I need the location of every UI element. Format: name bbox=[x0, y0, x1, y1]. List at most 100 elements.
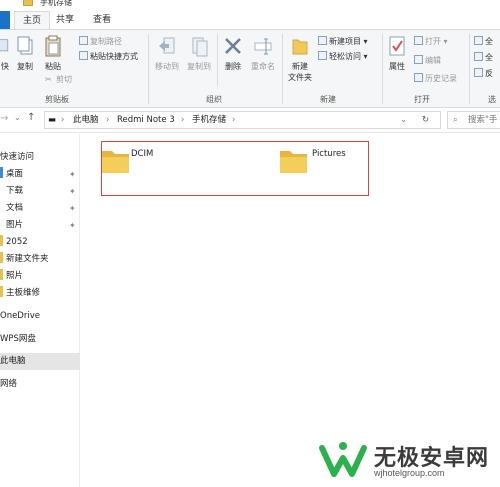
copy-to-icon bbox=[192, 37, 208, 57]
edit-button[interactable]: 编辑 bbox=[414, 54, 441, 67]
delete-button[interactable]: 删除 bbox=[222, 34, 244, 72]
address-dropdown-icon[interactable]: ⌄ bbox=[400, 112, 407, 128]
folder-icon bbox=[0, 269, 3, 280]
copy-path-button[interactable]: 复制路径 bbox=[79, 35, 122, 48]
copy-to-button[interactable]: 复制到 bbox=[186, 34, 212, 72]
nav-item-wps-drive[interactable]: WPS网盘 bbox=[0, 331, 80, 348]
this-pc-small-icon: ▬ bbox=[48, 115, 57, 125]
pin-icon[interactable]: ✦ bbox=[69, 183, 76, 200]
forward-arrow-icon[interactable]: → bbox=[0, 113, 8, 124]
pin-icon[interactable]: ✦ bbox=[69, 217, 76, 234]
copy-button[interactable]: 复制 bbox=[14, 34, 36, 72]
nav-item-documents[interactable]: 文档 ✦ bbox=[0, 200, 80, 217]
select-all-icon bbox=[474, 36, 483, 45]
folder-name: Pictures bbox=[312, 149, 346, 159]
nav-item-onedrive[interactable]: OneDrive bbox=[0, 308, 80, 325]
nav-item-quick-access[interactable]: 快速访问 bbox=[0, 149, 80, 166]
nav-item-new-folder[interactable]: 新建文件夹 bbox=[0, 251, 80, 268]
search-icon: ⌕ bbox=[453, 115, 458, 125]
open-button[interactable]: 打开 ▾ bbox=[414, 35, 448, 48]
nav-item-network[interactable]: 网络 bbox=[0, 376, 80, 393]
paste-shortcut-button[interactable]: 粘贴快捷方式 bbox=[79, 50, 138, 63]
title-bar: 手机存储 bbox=[0, 0, 500, 8]
copy-path-icon bbox=[79, 36, 88, 45]
breadcrumb-storage[interactable]: 手机存储 bbox=[192, 112, 226, 128]
invert-selection-icon bbox=[474, 68, 483, 77]
desktop-icon bbox=[0, 167, 3, 178]
search-box[interactable]: ⌕ 搜索"手 bbox=[447, 111, 500, 129]
breadcrumb-separator-icon: › bbox=[181, 115, 185, 125]
breadcrumb-this-pc[interactable]: 此电脑 bbox=[73, 112, 99, 128]
scissors-icon: ✂ bbox=[45, 75, 52, 84]
breadcrumb-separator-icon: › bbox=[106, 115, 110, 125]
new-folder-button[interactable]: 新建 文件夹 bbox=[286, 34, 314, 83]
tab-file[interactable] bbox=[0, 11, 10, 29]
ribbon-divider bbox=[469, 34, 470, 104]
properties-check-icon bbox=[389, 36, 405, 56]
select-group-label: 选 bbox=[488, 95, 496, 104]
properties-button[interactable]: 属性 bbox=[385, 34, 409, 72]
open-group-label: 打开 bbox=[414, 95, 430, 104]
watermark: 无极安卓网 wjhotelgroup.com bbox=[318, 438, 498, 484]
tab-home[interactable]: 主页 bbox=[14, 11, 51, 29]
watermark-url: wjhotelgroup.com bbox=[374, 468, 445, 478]
nav-item-photos[interactable]: 照片 bbox=[0, 268, 80, 285]
tab-share[interactable]: 共享 bbox=[48, 11, 82, 29]
folder-icon bbox=[0, 286, 3, 297]
folder-icon bbox=[0, 252, 3, 263]
folder-icon bbox=[102, 151, 129, 173]
new-group-label: 新建 bbox=[320, 95, 336, 104]
invert-selection-button[interactable]: 反 bbox=[474, 67, 493, 80]
nav-item-2052[interactable]: 2052 bbox=[0, 234, 80, 251]
select-none-button[interactable]: 全 bbox=[474, 51, 493, 64]
ribbon-divider bbox=[217, 34, 218, 86]
address-bar[interactable]: ▬ › 此电脑 › Redmi Note 3 › 手机存储 › ⌄ ↻ bbox=[44, 111, 441, 129]
ribbon-divider bbox=[282, 34, 283, 104]
nav-item-desktop[interactable]: 桌面 ✦ bbox=[0, 166, 80, 183]
folder-icon bbox=[0, 235, 3, 246]
new-item-button[interactable]: 新建项目 ▾ bbox=[318, 35, 368, 48]
ribbon: 快 复制 粘贴 复制路径 粘贴快捷方式 ✂ 剪切 剪贴板 移动到 复制到 删除 … bbox=[0, 29, 500, 108]
folder-icon bbox=[280, 151, 307, 173]
window-title: 手机存储 bbox=[40, 0, 72, 7]
pin-icon[interactable]: ✦ bbox=[69, 166, 76, 183]
pin-icon[interactable]: ✦ bbox=[69, 200, 76, 217]
breadcrumb-device[interactable]: Redmi Note 3 bbox=[117, 112, 175, 128]
paste-button[interactable]: 粘贴 bbox=[42, 34, 64, 72]
clipboard-group-label: 剪贴板 bbox=[45, 95, 69, 104]
refresh-icon[interactable]: ↻ bbox=[422, 112, 429, 128]
cut-button[interactable]: ✂ 剪切 bbox=[45, 73, 72, 86]
nav-item-motherboard-repair[interactable]: 主板维修 bbox=[0, 285, 80, 302]
watermark-logo-icon bbox=[319, 442, 367, 477]
clipboard-icon bbox=[45, 35, 61, 57]
copy-icon bbox=[17, 36, 33, 55]
delete-x-icon bbox=[225, 38, 241, 54]
nav-item-this-pc[interactable]: 此电脑 bbox=[0, 353, 80, 370]
up-arrow-icon[interactable]: ↑ bbox=[27, 112, 35, 123]
pin-quick-access-button[interactable]: 快 bbox=[0, 34, 12, 72]
history-icon bbox=[414, 73, 423, 82]
nav-item-downloads[interactable]: 下载 ✦ bbox=[0, 183, 80, 200]
rename-button[interactable]: 重命名 bbox=[250, 34, 276, 72]
breadcrumb-separator-icon: › bbox=[232, 115, 236, 125]
paste-shortcut-icon bbox=[79, 51, 88, 60]
rename-icon bbox=[254, 38, 272, 55]
edit-icon bbox=[414, 55, 423, 64]
document-icon bbox=[0, 201, 3, 212]
breadcrumb-separator-icon: › bbox=[61, 115, 65, 125]
file-list: DCIM Pictures bbox=[81, 134, 500, 487]
nav-item-pictures[interactable]: 图片 ✦ bbox=[0, 217, 80, 234]
move-to-icon bbox=[159, 37, 175, 54]
chevron-down-icon[interactable]: ⌄ bbox=[14, 113, 21, 122]
select-all-button[interactable]: 全 bbox=[474, 35, 493, 48]
new-folder-icon bbox=[292, 39, 308, 55]
select-none-icon bbox=[474, 52, 483, 61]
ribbon-divider bbox=[148, 34, 149, 104]
move-to-button[interactable]: 移动到 bbox=[154, 34, 180, 72]
address-bar-row: → ⌄ ↑ ▬ › 此电脑 › Redmi Note 3 › 手机存储 › ⌄ … bbox=[0, 108, 500, 133]
easy-access-button[interactable]: 轻松访问 ▾ bbox=[318, 50, 368, 63]
tab-view[interactable]: 查看 bbox=[85, 11, 119, 29]
history-button[interactable]: 历史记录 bbox=[414, 72, 457, 85]
ribbon-tabs: 主页 共享 查看 bbox=[0, 8, 500, 29]
new-item-icon bbox=[318, 36, 327, 45]
